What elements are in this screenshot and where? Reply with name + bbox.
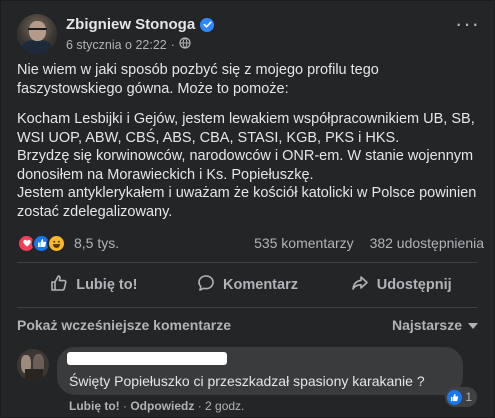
post-meta: Zbigniew Stonoga 6 stycznia o 22:22 · (66, 16, 215, 52)
comment-label: Komentarz (223, 277, 298, 293)
post-paragraph: Nie wiem w jaki sposób pozbyć się z moje… (17, 62, 379, 97)
comment-like-badge[interactable]: 1 (445, 387, 477, 407)
author-name[interactable]: Zbigniew Stonoga (66, 16, 195, 33)
like-label: Lubię to! (76, 277, 138, 293)
comment-like-count: 1 (465, 390, 472, 404)
comment-bubble-icon (197, 274, 215, 296)
share-button[interactable]: Udostępnij (324, 267, 478, 303)
post-header: Zbigniew Stonoga 6 stycznia o 22:22 · (17, 12, 215, 56)
post-paragraph: Kocham Lesbijki i Gejów, jestem lewakiem… (17, 111, 477, 220)
share-label: Udostępnij (376, 277, 452, 293)
comment-like-button[interactable]: Lubię to! (69, 399, 120, 413)
thumbs-up-icon (50, 274, 68, 296)
post-stats: 8,5 tys. 535 komentarzy 382 udostępnieni… (17, 231, 484, 255)
verified-badge-icon (200, 17, 215, 32)
haha-reaction-icon (47, 233, 66, 253)
comment-bubble: Święty Popiełuszko ci przeszkadzał spasi… (57, 347, 477, 407)
like-button[interactable]: Lubię to! (17, 267, 171, 303)
comment-count[interactable]: 535 komentarzy (254, 235, 354, 251)
comments-bar: Pokaż wcześniejsze komentarze Najstarsze (17, 317, 478, 333)
redacted-commenter-name (67, 352, 227, 365)
author-avatar[interactable] (17, 14, 57, 54)
comment-button[interactable]: Komentarz (171, 267, 325, 303)
comment-text: Święty Popiełuszko ci przeszkadzał spasi… (69, 373, 425, 389)
like-reaction-icon (447, 389, 463, 405)
commenter-avatar[interactable] (17, 349, 49, 381)
share-count[interactable]: 382 udostępnienia (370, 235, 484, 251)
sort-dropdown[interactable]: Najstarsze (392, 317, 478, 333)
divider (17, 307, 478, 308)
meta-separator: · (170, 37, 175, 52)
post-card: Zbigniew Stonoga 6 stycznia o 22:22 · ··… (0, 0, 495, 418)
globe-icon[interactable] (179, 37, 191, 52)
show-previous-comments-link[interactable]: Pokaż wcześniejsze komentarze (17, 317, 231, 333)
comment-actions: Lubię to! · Odpowiedz · 2 godz. (69, 399, 245, 413)
comment-time[interactable]: 2 godz. (205, 399, 244, 413)
divider (17, 262, 478, 263)
chevron-down-icon (468, 317, 478, 333)
reaction-icons[interactable] (17, 233, 66, 253)
reaction-count[interactable]: 8,5 tys. (74, 235, 119, 251)
post-actions: Lubię to! Komentarz Udostępnij (17, 267, 478, 303)
comment-reply-button[interactable]: Odpowiedz (130, 399, 194, 413)
more-options-icon[interactable]: ··· (455, 13, 480, 35)
post-date[interactable]: 6 stycznia o 22:22 (66, 38, 167, 52)
sort-label: Najstarsze (391, 317, 462, 333)
share-arrow-icon (351, 274, 369, 296)
post-body: Nie wiem w jaki sposób pozbyć się z moje… (17, 61, 487, 221)
